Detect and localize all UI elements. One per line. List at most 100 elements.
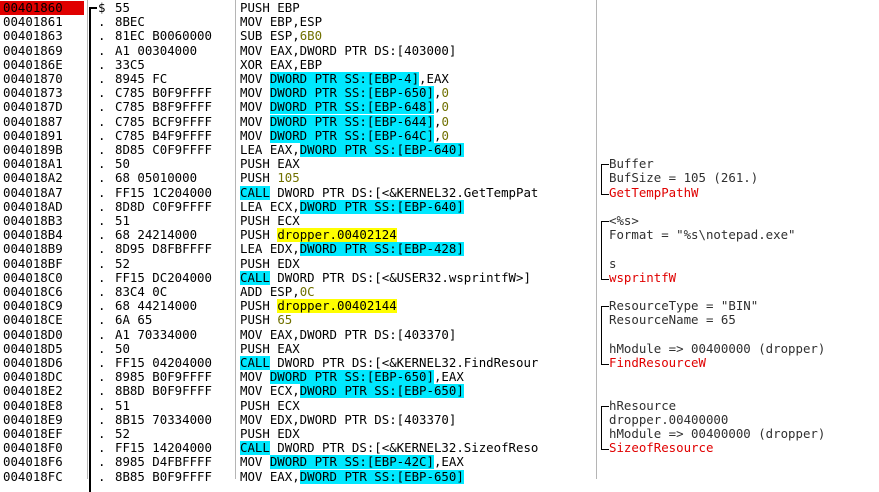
- disasm-row[interactable]: 004018EF. 52 PUSH EDX hModule => 00400000 (…: [0, 427, 879, 441]
- disasm-row[interactable]: 0040187D. C785 B8F9FFFF MOV DWORD PTR SS:[…: [0, 100, 879, 115]
- immediate-operand: 65: [277, 313, 293, 328]
- disasm-row[interactable]: 00401891. C785 B4F9FFFF MOV DWORD PTR SS:[…: [0, 128, 879, 143]
- hex-dump-cell: A1 70334000: [115, 327, 198, 342]
- immediate-operand: 0C: [299, 285, 315, 299]
- instruction-text: ,EAX: [419, 72, 449, 86]
- command-cell: PUSH ECX: [240, 399, 594, 413]
- disasm-row[interactable]: 004018D5. 50 PUSH EAX hModule => 00400000 (…: [0, 342, 879, 356]
- jump-marker: .: [98, 185, 106, 200]
- comment-cell: <%s>: [609, 214, 639, 228]
- disasm-row[interactable]: 004018CE. 6A 65 PUSH 65 ResourceName = 65: [0, 313, 879, 327]
- jump-marker: .: [98, 199, 106, 214]
- memory-operand: DWORD PTR SS:[EBP-64C]: [269, 128, 434, 143]
- comment-cell: FindResourceW: [609, 356, 706, 370]
- instruction-text: LEA ECX,: [240, 199, 300, 214]
- jump-marker: .: [98, 157, 106, 172]
- disasm-row[interactable]: 004018E2. 8B8D B0F9FFFF MOV ECX,DWORD PTR …: [0, 384, 879, 399]
- command-cell: MOV DWORD PTR SS:[EBP-650],0: [240, 86, 594, 101]
- argument-bracket: [601, 164, 609, 195]
- hex-dump-cell: FF15 04204000: [115, 356, 212, 370]
- hex-dump-cell: 8945 FC: [115, 72, 168, 86]
- jump-marker: .: [98, 370, 106, 385]
- immediate-operand: 0: [441, 100, 449, 115]
- disasm-row[interactable]: 00401887. C785 BCF9FFFF MOV DWORD PTR SS:[…: [0, 114, 879, 129]
- comment-cell: ResourceType = "BIN": [609, 299, 759, 314]
- address-cell: 004018F6: [3, 455, 63, 470]
- command-cell: PUSH 65: [240, 313, 594, 327]
- disasm-row[interactable]: 004018C0. FF15 DC204000 CALL DWORD PTR DS:…: [0, 270, 879, 285]
- instruction-text: ADD ESP,: [240, 285, 300, 299]
- memory-operand: DWORD PTR SS:[EBP-650]: [269, 370, 434, 385]
- jump-marker: .: [98, 285, 106, 299]
- disasm-row[interactable]: 00401861. 8BEC MOV EBP,ESP: [0, 15, 879, 29]
- disasm-row[interactable]: 004018B3. 51 PUSH ECX <%s>: [0, 214, 879, 228]
- jump-marker: .: [98, 455, 106, 470]
- address-cell: 004018E2: [3, 384, 63, 399]
- comment-cell: [609, 285, 879, 299]
- address-cell: 0040189B: [3, 143, 63, 157]
- command-cell: LEA EAX,DWORD PTR SS:[EBP-640]: [240, 143, 594, 157]
- disasm-row[interactable]: 004018A2. 68 05010000 PUSH 105 BufSize = 10…: [0, 171, 879, 185]
- disasm-row[interactable]: 004018D0. A1 70334000 MOV EAX,DWORD PTR DS…: [0, 328, 879, 342]
- instruction-text: MOV: [240, 100, 270, 115]
- command-cell: CALL DWORD PTR DS:[<&KERNEL32.SizeofReso: [240, 441, 594, 456]
- comment-cell: [609, 242, 879, 256]
- disasm-row[interactable]: 004018AD. 8D8D C0F9FFFF LEA ECX,DWORD PTR …: [0, 199, 879, 214]
- disasm-row[interactable]: 00401860 $55 PUSH EBP: [0, 1, 879, 16]
- disasm-row[interactable]: 004018F6. 8985 D4FBFFFF MOV DWORD PTR SS:[…: [0, 455, 879, 470]
- command-cell: PUSH EAX: [240, 157, 594, 171]
- disasm-row[interactable]: 00401870. 8945 FC MOV DWORD PTR SS:[EBP-4]…: [0, 72, 879, 86]
- instruction-text: LEA EAX,: [240, 143, 300, 157]
- disasm-row[interactable]: 0040189B. 8D85 C0F9FFFF LEA EAX,DWORD PTR …: [0, 143, 879, 157]
- comment-cell: ResourceName = 65: [609, 313, 736, 328]
- instruction-text: DWORD PTR DS:[<&KERNEL32.FindResour: [269, 356, 539, 370]
- instruction-text: PUSH EAX: [240, 341, 300, 356]
- disasm-row[interactable]: 0040186E. 33C5 XOR EAX,EBP: [0, 58, 879, 72]
- disasm-row[interactable]: 00401869. A1 00304000 MOV EAX,DWORD PTR DS…: [0, 44, 879, 58]
- disasm-row[interactable]: 004018A1. 50 PUSH EAX Buffer: [0, 157, 879, 171]
- memory-operand: DWORD PTR SS:[EBP-644]: [269, 114, 434, 129]
- jump-marker: .: [98, 242, 106, 257]
- command-cell: LEA ECX,DWORD PTR SS:[EBP-640]: [240, 199, 594, 214]
- address-cell: 004018EF: [3, 427, 63, 441]
- instruction-text: PUSH ECX: [240, 214, 300, 228]
- jump-marker: .: [98, 72, 106, 86]
- instruction-text: MOV: [240, 114, 270, 129]
- instruction-text: PUSH EAX: [240, 157, 300, 172]
- instruction-text: PUSH: [240, 299, 278, 314]
- immediate-operand: 6B0: [299, 29, 323, 44]
- comment-cell: [609, 86, 879, 100]
- hex-dump-cell: 55: [115, 1, 130, 15]
- disasm-row[interactable]: 004018A7. FF15 1C204000 CALL DWORD PTR DS:…: [0, 185, 879, 200]
- jump-marker: .: [98, 441, 106, 456]
- disasm-row[interactable]: 00401863. 81EC B0060000 SUB ESP,6B0: [0, 29, 879, 43]
- disasm-row[interactable]: 004018E8. 51 PUSH ECX hResource: [0, 399, 879, 413]
- command-cell: MOV DWORD PTR SS:[EBP-64C],0: [240, 128, 594, 143]
- comment-cell: GetTempPathW: [609, 185, 699, 200]
- hex-dump-cell: 52: [115, 427, 130, 441]
- comment-cell: [609, 200, 879, 214]
- disasm-row[interactable]: 004018FC. 8B85 B0F9FFFF MOV EAX,DWORD PTR …: [0, 469, 879, 484]
- address-cell: 0040186E: [3, 57, 63, 72]
- command-cell: MOV EAX,DWORD PTR SS:[EBP-650]: [240, 469, 594, 484]
- hex-dump-cell: 8985 D4FBFFFF: [115, 455, 212, 470]
- disasm-row[interactable]: 00401873. C785 B0F9FFFF MOV DWORD PTR SS:[…: [0, 86, 879, 101]
- jump-marker: .: [98, 384, 106, 399]
- disasm-row[interactable]: 004018B4. 68 24214000 PUSH dropper.0040212…: [0, 228, 879, 243]
- command-cell: PUSH EBP: [240, 1, 594, 15]
- address-cell: 004018C0: [3, 270, 63, 285]
- disassembly-pane[interactable]: 00401860 $55 PUSH EBP 00401861. 8BEC MOV EBP,…: [0, 0, 879, 492]
- disasm-row[interactable]: 004018DC. 8985 B0F9FFFF MOV DWORD PTR SS:[…: [0, 370, 879, 385]
- disasm-row[interactable]: 004018BF. 52 PUSH EDX s: [0, 257, 879, 271]
- instruction-text: MOV EBP,ESP: [240, 15, 323, 30]
- disasm-row[interactable]: 004018C6. 83C4 0C ADD ESP,0C: [0, 285, 879, 299]
- instruction-text: DWORD PTR DS:[<&KERNEL32.GetTempPat: [269, 185, 539, 200]
- disasm-row[interactable]: 004018B9. 8D95 D8FBFFFF LEA EDX,DWORD PTR …: [0, 242, 879, 257]
- disasm-row[interactable]: 004018F0. FF15 14204000 CALL DWORD PTR DS:…: [0, 441, 879, 456]
- disasm-row[interactable]: 004018E9. 8B15 70334000 MOV EDX,DWORD PTR …: [0, 413, 879, 427]
- disasm-row[interactable]: 004018D6. FF15 04204000 CALL DWORD PTR DS:…: [0, 356, 879, 370]
- address-cell: 00401891: [3, 128, 63, 143]
- comment-cell: [609, 15, 879, 29]
- address-cell: 004018D6: [3, 356, 63, 370]
- disasm-row[interactable]: 004018C9. 68 44214000 PUSH dropper.0040214…: [0, 299, 879, 314]
